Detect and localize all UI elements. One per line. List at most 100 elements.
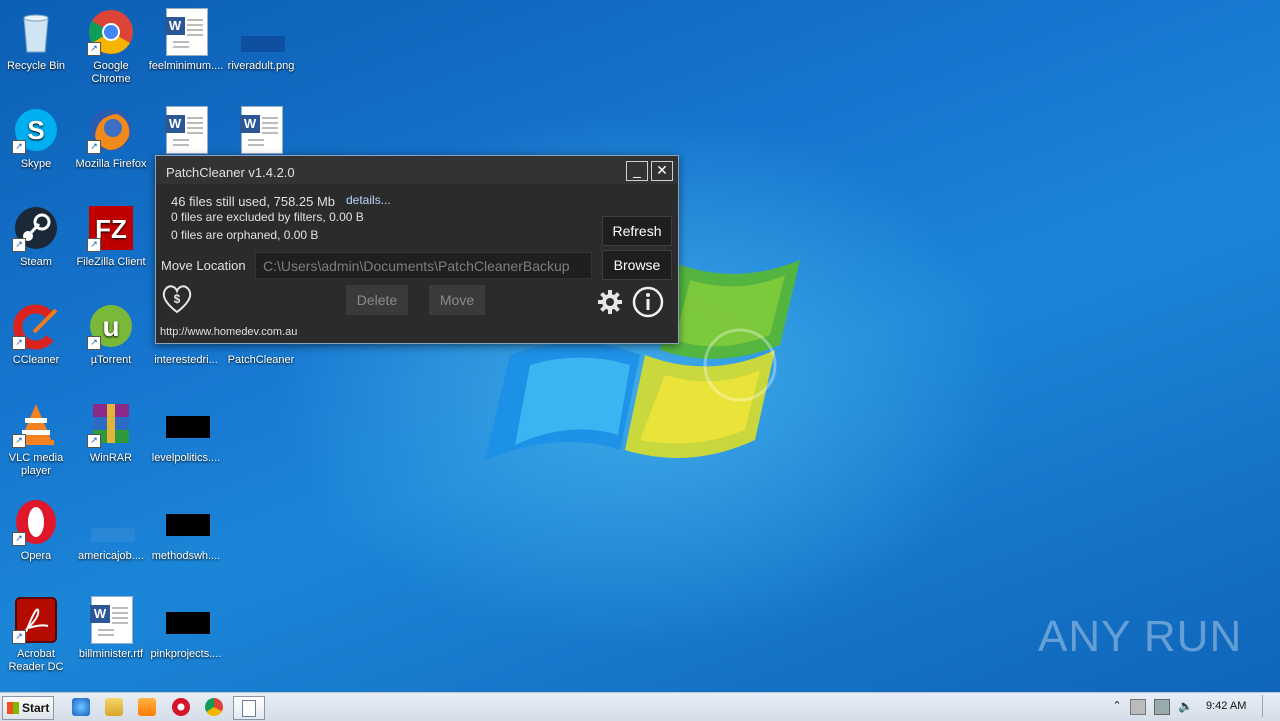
delete-button[interactable]: Delete [346,285,408,315]
steam-icon: ↗ [12,204,60,252]
window-titlebar[interactable]: PatchCleaner v1.4.2.0 _ ✕ [156,156,678,184]
word-document-icon: W [162,106,210,154]
desktop-icon-feelminimum[interactable]: W feelminimum.... [148,8,224,73]
shortcut-arrow-icon: ↗ [12,238,26,252]
desktop-icon-label: WinRAR [89,452,133,464]
media-player-taskbar-icon[interactable] [138,698,156,716]
desktop-icon-label: µTorrent [90,354,132,366]
network-tray-icon[interactable] [1154,699,1170,715]
svg-text:u: u [102,311,119,342]
shortcut-arrow-icon: ↗ [12,532,26,546]
shortcut-arrow-icon: ↗ [87,336,101,350]
image-file-icon [162,400,210,448]
desktop-icon-americajob[interactable]: americajob.... [73,498,149,563]
patchcleaner-taskbar-button[interactable] [233,696,265,720]
svg-text:S: S [27,115,44,145]
utorrent-icon: u ↗ [87,302,135,350]
donate-heart-icon[interactable]: $ [160,283,194,315]
network-alert-tray-icon[interactable] [1130,699,1146,715]
vlc-icon: ↗ [12,400,60,448]
start-label: Start [22,701,50,715]
taskbar: Start ⌃ 🔈 9:42 AM [0,692,1280,721]
close-icon: ✕ [656,162,668,178]
close-button[interactable]: ✕ [651,161,673,181]
homepage-link[interactable]: http://www.homedev.com.au [160,326,297,338]
patchcleaner-taskbar-icon [242,700,256,717]
start-button[interactable]: Start [2,696,54,720]
desktop-icon-label: VLC media player [8,452,64,477]
desktop-icon-label: Skype [20,158,52,170]
recycle-bin-icon [12,8,60,56]
anyrun-watermark: ANY RUN [1038,612,1243,661]
desktop-icon-label: levelpolitics.... [151,452,221,464]
shortcut-arrow-icon: ↗ [12,336,26,350]
desktop-icon-vlc[interactable]: ↗ VLC media player [0,400,74,478]
desktop-icon-doc2[interactable]: W [148,106,224,158]
shortcut-arrow-icon: ↗ [87,140,101,154]
desktop-icon-label: Opera [20,550,52,562]
desktop-icon-winrar[interactable]: ↗ WinRAR [73,400,149,465]
desktop-icon-levelpolitics[interactable]: levelpolitics.... [148,400,224,465]
image-file-icon [87,498,135,546]
word-document-icon: W [237,106,285,154]
filezilla-icon: FZ ↗ [87,204,135,252]
taskbar-clock[interactable]: 9:42 AM [1206,700,1246,712]
desktop-icon-pinkprojects[interactable]: pinkprojects.... [148,596,224,661]
info-icon[interactable] [632,286,664,318]
files-orphaned-text: 0 files are orphaned, 0.00 B [171,228,319,242]
desktop-icon-label: methodswh.... [151,550,221,562]
move-location-field[interactable]: C:\Users\admin\Documents\PatchCleanerBac… [255,252,592,279]
patchcleaner-window: PatchCleaner v1.4.2.0 _ ✕ 46 files still… [155,155,679,344]
files-excluded-text: 0 files are excluded by filters, 0.00 B [171,210,364,224]
desktop-icon-skype[interactable]: S ↗ Skype [0,106,74,171]
skype-icon: S ↗ [12,106,60,154]
desktop-icon-label: Acrobat Reader DC [8,648,64,673]
refresh-button[interactable]: Refresh [602,216,672,246]
desktop-icon-steam[interactable]: ↗ Steam [0,204,74,269]
internet-explorer-taskbar-icon[interactable] [72,698,90,716]
desktop-icon-ccleaner[interactable]: ↗ CCleaner [0,302,74,367]
desktop-icon-mozilla-firefox[interactable]: ↗ Mozilla Firefox [73,106,149,171]
shortcut-arrow-icon: ↗ [12,630,26,644]
desktop-icon-billminister[interactable]: W billminister.rtf [73,596,149,661]
minimize-icon: _ [633,162,641,178]
minimize-button[interactable]: _ [626,161,648,181]
opera-taskbar-icon[interactable] [172,698,190,716]
desktop-icon-label: PatchCleaner [227,354,295,366]
desktop-icon-label: CCleaner [12,354,60,366]
desktop-icon-riveradult[interactable]: riveradult.png [223,8,299,73]
desktop-icon-utorrent[interactable]: u ↗ µTorrent [73,302,149,367]
shortcut-arrow-icon: ↗ [12,434,26,448]
desktop-icon-opera[interactable]: ↗ Opera [0,498,74,563]
desktop-icon-filezilla[interactable]: FZ ↗ FileZilla Client [73,204,149,269]
window-title: PatchCleaner v1.4.2.0 [166,165,295,180]
explorer-folder-taskbar-icon[interactable] [105,698,123,716]
windows-logo-icon [7,702,19,714]
move-location-label: Move Location [161,258,246,273]
desktop-icon-doc3[interactable]: W [223,106,299,158]
desktop-icon-google-chrome[interactable]: ↗ Google Chrome [73,8,149,86]
desktop-icon-label: Steam [20,256,52,268]
shortcut-arrow-icon: ↗ [87,238,101,252]
move-button[interactable]: Move [429,285,485,315]
shortcut-arrow-icon: ↗ [87,434,101,448]
image-file-icon [162,498,210,546]
settings-gear-icon[interactable] [597,289,623,315]
desktop-icon-acrobat[interactable]: ↗ Acrobat Reader DC [0,596,74,674]
opera-icon: ↗ [12,498,60,546]
browse-button[interactable]: Browse [602,250,672,280]
desktop-icon-methodswh[interactable]: methodswh.... [148,498,224,563]
shortcut-arrow-icon: ↗ [12,140,26,154]
desktop-icon-label: Recycle Bin [6,60,66,72]
details-link[interactable]: details... [346,193,391,207]
desktop-icon-label: interestedri... [154,354,218,366]
image-file-icon [162,596,210,644]
ccleaner-icon: ↗ [12,302,60,350]
firefox-icon: ↗ [87,106,135,154]
tray-expand-icon[interactable]: ⌃ [1110,699,1124,713]
chrome-taskbar-icon[interactable] [205,698,223,716]
desktop-icon-recycle-bin[interactable]: Recycle Bin [0,8,74,73]
volume-tray-icon[interactable]: 🔈 [1178,699,1193,713]
show-desktop-button[interactable] [1262,695,1277,717]
acrobat-icon: ↗ [12,596,60,644]
